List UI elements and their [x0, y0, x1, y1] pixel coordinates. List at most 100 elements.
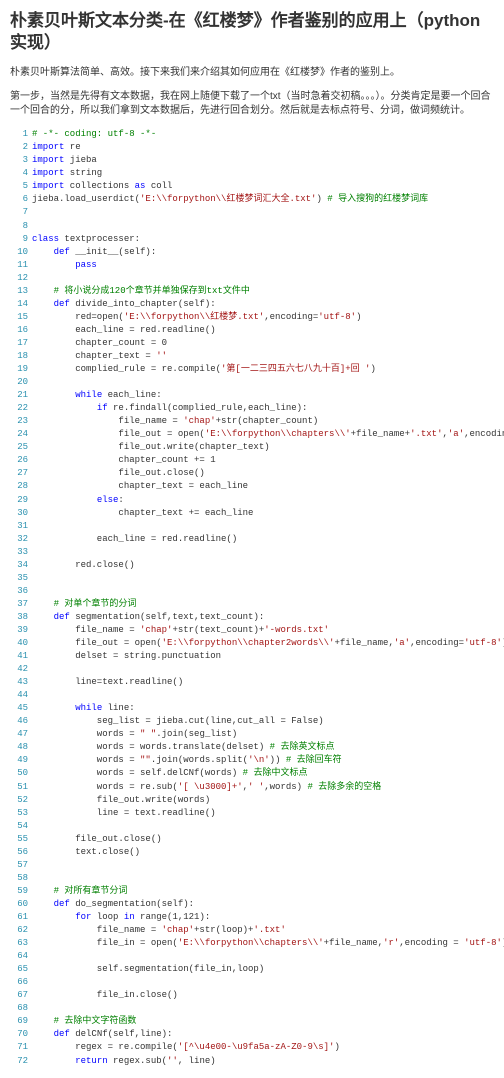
- code-block: 1# -*- coding: utf-8 -*-2import re3impor…: [10, 128, 494, 1067]
- code-text: [32, 585, 494, 598]
- code-text: file_out.write(words): [32, 794, 494, 807]
- line-number: 3: [10, 154, 32, 167]
- line-number: 62: [10, 924, 32, 937]
- code-text: line = text.readline(): [32, 807, 494, 820]
- code-text: # 对所有章节分词: [32, 885, 494, 898]
- code-line: 71 regex = re.compile('[^\u4e00-\u9fa5a-…: [10, 1041, 494, 1054]
- code-text: def divide_into_chapter(self):: [32, 298, 494, 311]
- code-text: words = words.translate(delset) # 去除英文标点: [32, 741, 494, 754]
- code-line: 27 file_out.close(): [10, 467, 494, 480]
- code-line: 39 file_name = 'chap'+str(text_count)+'-…: [10, 624, 494, 637]
- code-text: chapter_text = '': [32, 350, 494, 363]
- code-text: each_line = red.readline(): [32, 533, 494, 546]
- line-number: 29: [10, 494, 32, 507]
- line-number: 66: [10, 976, 32, 989]
- code-line: 15 red=open('E:\\forpython\\红楼梦.txt',enc…: [10, 311, 494, 324]
- code-line: 60 def do_segmentation(self):: [10, 898, 494, 911]
- line-number: 8: [10, 220, 32, 233]
- code-line: 37 # 对单个章节的分词: [10, 598, 494, 611]
- line-number: 41: [10, 650, 32, 663]
- line-number: 1: [10, 128, 32, 141]
- code-text: line=text.readline(): [32, 676, 494, 689]
- code-line: 48 words = words.translate(delset) # 去除英…: [10, 741, 494, 754]
- description-1: 朴素贝叶斯算法简单、高效。接下来我们来介绍其如何应用在《红楼梦》作者的鉴别上。: [10, 66, 494, 80]
- code-text: chapter_count += 1: [32, 454, 494, 467]
- code-line: 46 seg_list = jieba.cut(line,cut_all = F…: [10, 715, 494, 728]
- line-number: 64: [10, 950, 32, 963]
- code-text: [32, 1002, 494, 1015]
- code-line: 65 self.segmentation(file_in,loop): [10, 963, 494, 976]
- code-line: 66: [10, 976, 494, 989]
- line-number: 34: [10, 559, 32, 572]
- code-text: class textprocesser:: [32, 233, 494, 246]
- code-line: 34 red.close(): [10, 559, 494, 572]
- code-line: 47 words = " ".join(seg_list): [10, 728, 494, 741]
- line-number: 47: [10, 728, 32, 741]
- line-number: 6: [10, 193, 32, 206]
- line-number: 40: [10, 637, 32, 650]
- code-text: each_line = red.readline(): [32, 324, 494, 337]
- code-text: [32, 206, 494, 219]
- code-line: 45 while line:: [10, 702, 494, 715]
- code-text: red.close(): [32, 559, 494, 572]
- line-number: 25: [10, 441, 32, 454]
- line-number: 17: [10, 337, 32, 350]
- line-number: 61: [10, 911, 32, 924]
- code-text: # 对单个章节的分词: [32, 598, 494, 611]
- code-text: def segmentation(self,text,text_count):: [32, 611, 494, 624]
- code-text: def __init__(self):: [32, 246, 494, 259]
- code-line: 29 else:: [10, 494, 494, 507]
- code-text: [32, 572, 494, 585]
- code-line: 40 file_out = open('E:\\forpython\\chapt…: [10, 637, 494, 650]
- code-line: 72 return regex.sub('', line): [10, 1055, 494, 1068]
- code-text: delset = string.punctuation: [32, 650, 494, 663]
- code-text: [32, 872, 494, 885]
- code-line: 42: [10, 663, 494, 676]
- code-text: [32, 272, 494, 285]
- code-text: file_out.write(chapter_text): [32, 441, 494, 454]
- code-text: import jieba: [32, 154, 494, 167]
- code-text: file_out.close(): [32, 467, 494, 480]
- line-number: 14: [10, 298, 32, 311]
- line-number: 15: [10, 311, 32, 324]
- code-line: 20: [10, 376, 494, 389]
- code-text: [32, 976, 494, 989]
- code-line: 63 file_in = open('E:\\forpython\\chapte…: [10, 937, 494, 950]
- line-number: 26: [10, 454, 32, 467]
- line-number: 37: [10, 598, 32, 611]
- code-line: 11 pass: [10, 259, 494, 272]
- line-number: 13: [10, 285, 32, 298]
- line-number: 19: [10, 363, 32, 376]
- code-line: 55 file_out.close(): [10, 833, 494, 846]
- line-number: 22: [10, 402, 32, 415]
- line-number: 60: [10, 898, 32, 911]
- code-text: [32, 950, 494, 963]
- line-number: 42: [10, 663, 32, 676]
- code-line: 28 chapter_text = each_line: [10, 480, 494, 493]
- code-line: 57: [10, 859, 494, 872]
- description-2: 第一步，当然是先得有文本数据，我在网上随便下载了一个txt（当时急着交初稿。。。…: [10, 90, 494, 118]
- line-number: 57: [10, 859, 32, 872]
- code-text: while line:: [32, 702, 494, 715]
- code-line: 36: [10, 585, 494, 598]
- code-text: text.close(): [32, 846, 494, 859]
- code-line: 35: [10, 572, 494, 585]
- line-number: 71: [10, 1041, 32, 1054]
- code-line: 44: [10, 689, 494, 702]
- code-line: 25 file_out.write(chapter_text): [10, 441, 494, 454]
- line-number: 52: [10, 794, 32, 807]
- code-text: import collections as coll: [32, 180, 494, 193]
- line-number: 36: [10, 585, 32, 598]
- code-line: 53 line = text.readline(): [10, 807, 494, 820]
- code-line: 24 file_out = open('E:\\forpython\\chapt…: [10, 428, 494, 441]
- code-text: words = "".join(words.split('\n')) # 去除回…: [32, 754, 494, 767]
- code-text: [32, 376, 494, 389]
- code-line: 30 chapter_text += each_line: [10, 507, 494, 520]
- line-number: 70: [10, 1028, 32, 1041]
- code-text: words = self.delCNf(words) # 去除中文标点: [32, 767, 494, 780]
- line-number: 50: [10, 767, 32, 780]
- code-line: 38 def segmentation(self,text,text_count…: [10, 611, 494, 624]
- line-number: 72: [10, 1055, 32, 1068]
- code-text: jieba.load_userdict('E:\\forpython\\红楼梦词…: [32, 193, 494, 206]
- line-number: 39: [10, 624, 32, 637]
